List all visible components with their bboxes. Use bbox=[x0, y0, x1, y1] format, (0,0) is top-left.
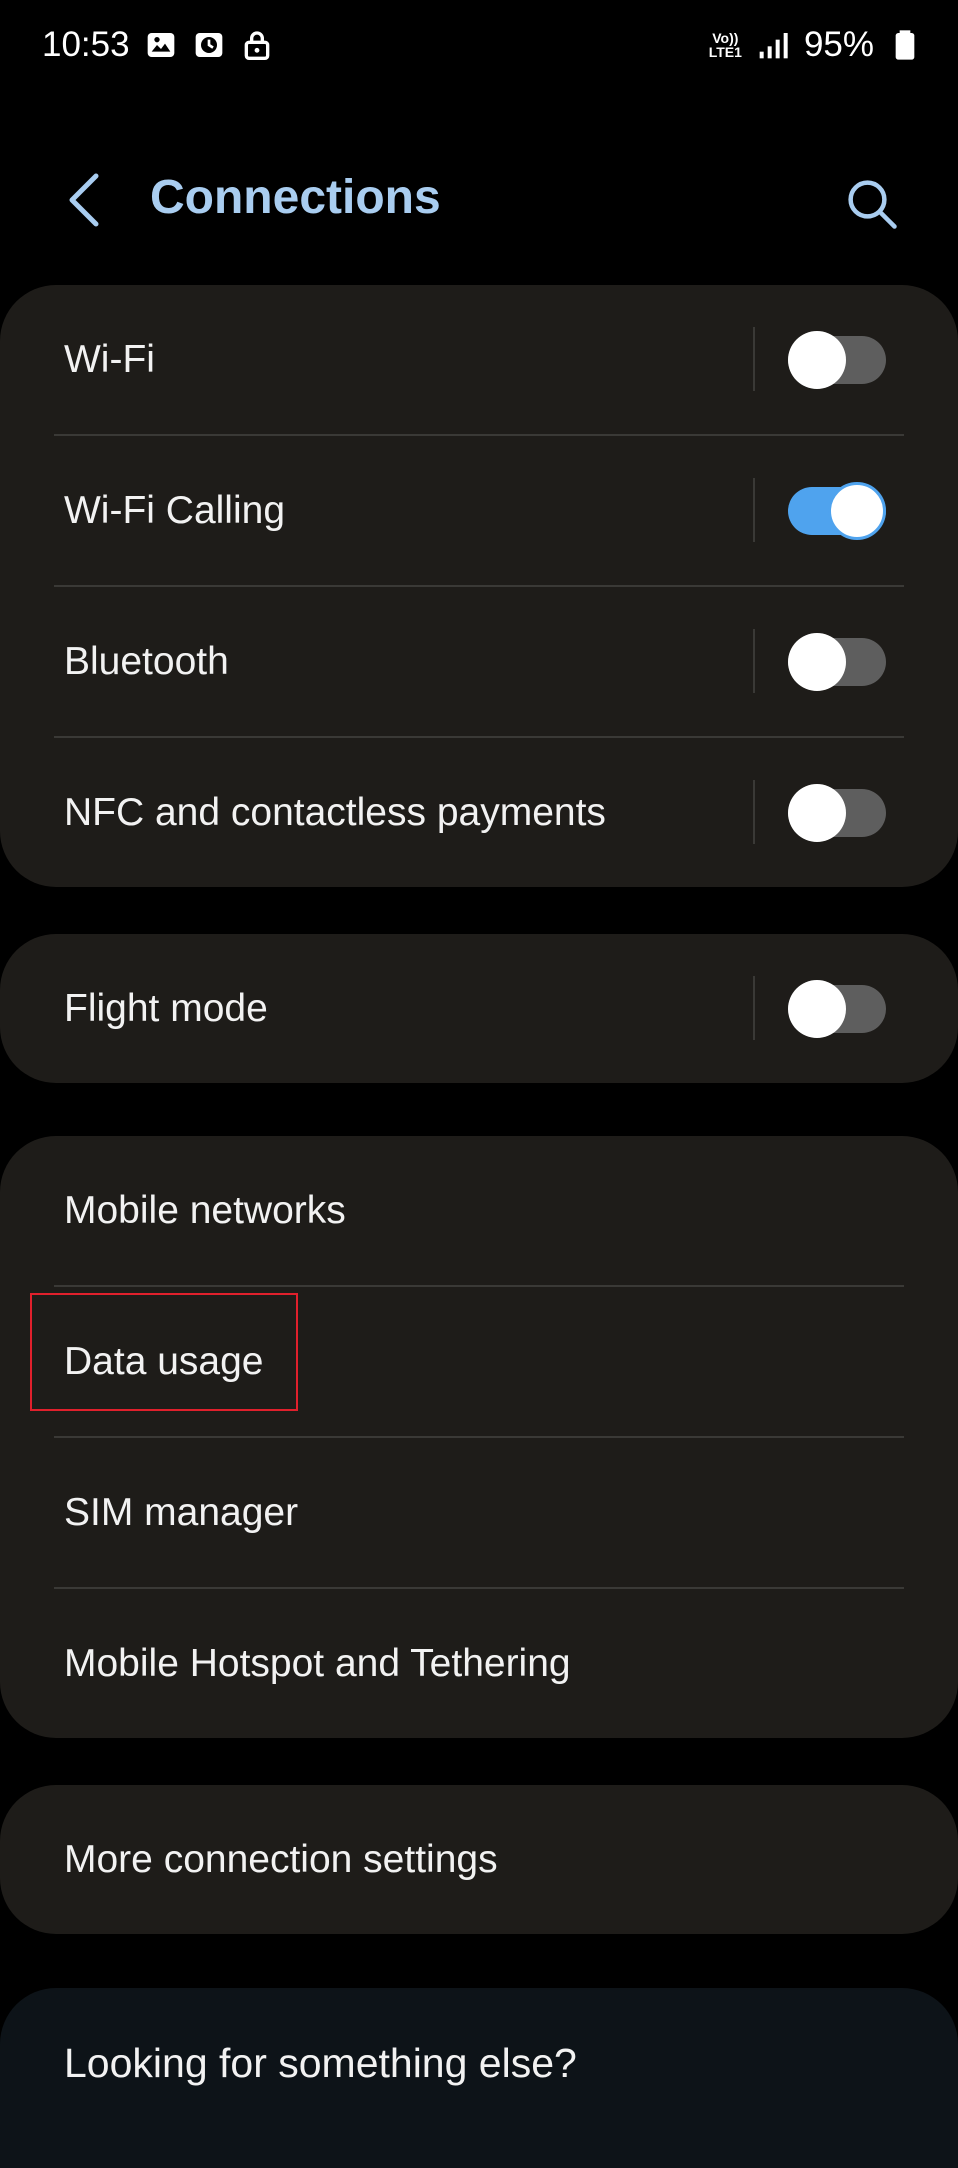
wifi-calling-row[interactable]: Wi-Fi Calling bbox=[0, 436, 958, 585]
sim-manager-row[interactable]: SIM manager bbox=[0, 1438, 958, 1587]
flight-mode-row[interactable]: Flight mode bbox=[0, 934, 958, 1083]
looking-row: Looking for something else? bbox=[0, 1988, 958, 2138]
toggle-thumb bbox=[788, 784, 846, 842]
looking-label: Looking for something else? bbox=[64, 2039, 577, 2086]
row-separator bbox=[753, 327, 755, 391]
lock-icon bbox=[240, 28, 274, 62]
wifi-label: Wi-Fi bbox=[64, 337, 155, 381]
bluetooth-toggle[interactable] bbox=[788, 633, 886, 691]
bluetooth-label: Bluetooth bbox=[64, 639, 229, 683]
nfc-label: NFC and contactless payments bbox=[64, 790, 606, 834]
wifi-row[interactable]: Wi-Fi bbox=[0, 285, 958, 434]
clock-app-icon bbox=[192, 28, 226, 62]
status-time: 10:53 bbox=[42, 25, 130, 64]
battery-icon bbox=[888, 28, 922, 62]
more-card: More connection settings bbox=[0, 1785, 958, 1934]
battery-percent: 95% bbox=[803, 25, 874, 64]
more-connection-settings-row[interactable]: More connection settings bbox=[0, 1785, 958, 1934]
chevron-left-icon bbox=[69, 173, 99, 227]
app-header: Connections bbox=[0, 150, 958, 250]
toggle-thumb bbox=[788, 633, 846, 691]
row-separator bbox=[753, 976, 755, 1040]
nfc-row[interactable]: NFC and contactless payments bbox=[0, 738, 958, 887]
nfc-toggle[interactable] bbox=[788, 784, 886, 842]
row-separator bbox=[753, 478, 755, 542]
volte-indicator: Vo)) LTE1 bbox=[709, 31, 742, 59]
toggle-thumb bbox=[788, 331, 846, 389]
looking-card: Looking for something else? bbox=[0, 1988, 958, 2168]
status-right: Vo)) LTE1 95% bbox=[709, 25, 922, 65]
mobile-networks-label: Mobile networks bbox=[64, 1188, 346, 1232]
flight-mode-label: Flight mode bbox=[64, 986, 268, 1030]
row-separator bbox=[753, 780, 755, 844]
volte-bottom: LTE1 bbox=[708, 44, 742, 60]
gallery-icon bbox=[144, 28, 178, 62]
wifi-calling-label: Wi-Fi Calling bbox=[64, 488, 286, 532]
back-button[interactable] bbox=[56, 172, 112, 228]
toggle-thumb bbox=[788, 980, 846, 1038]
toggle-thumb bbox=[828, 482, 886, 540]
mobile-card: Mobile networks Data usage SIM manager M… bbox=[0, 1136, 958, 1738]
wifi-toggle[interactable] bbox=[788, 331, 886, 389]
sim-manager-label: SIM manager bbox=[64, 1490, 299, 1534]
hotspot-row[interactable]: Mobile Hotspot and Tethering bbox=[0, 1589, 958, 1738]
search-button[interactable] bbox=[840, 172, 904, 236]
status-bar: 10:53 Vo)) LTE1 95% bbox=[0, 0, 958, 90]
hotspot-label: Mobile Hotspot and Tethering bbox=[64, 1641, 571, 1685]
row-separator bbox=[753, 629, 755, 693]
flight-mode-toggle[interactable] bbox=[788, 980, 886, 1038]
page-title: Connections bbox=[150, 171, 441, 224]
data-usage-label: Data usage bbox=[64, 1339, 264, 1383]
data-usage-row[interactable]: Data usage bbox=[0, 1287, 958, 1436]
wireless-card: Wi-Fi Wi-Fi Calling Bluetooth NFC and co… bbox=[0, 285, 958, 887]
more-connection-settings-label: More connection settings bbox=[64, 1837, 498, 1881]
wifi-calling-toggle[interactable] bbox=[788, 482, 886, 540]
search-icon bbox=[848, 180, 897, 229]
signal-icon bbox=[756, 28, 790, 62]
flight-card: Flight mode bbox=[0, 934, 958, 1083]
status-left: 10:53 bbox=[42, 25, 274, 65]
mobile-networks-row[interactable]: Mobile networks bbox=[0, 1136, 958, 1285]
bluetooth-row[interactable]: Bluetooth bbox=[0, 587, 958, 736]
